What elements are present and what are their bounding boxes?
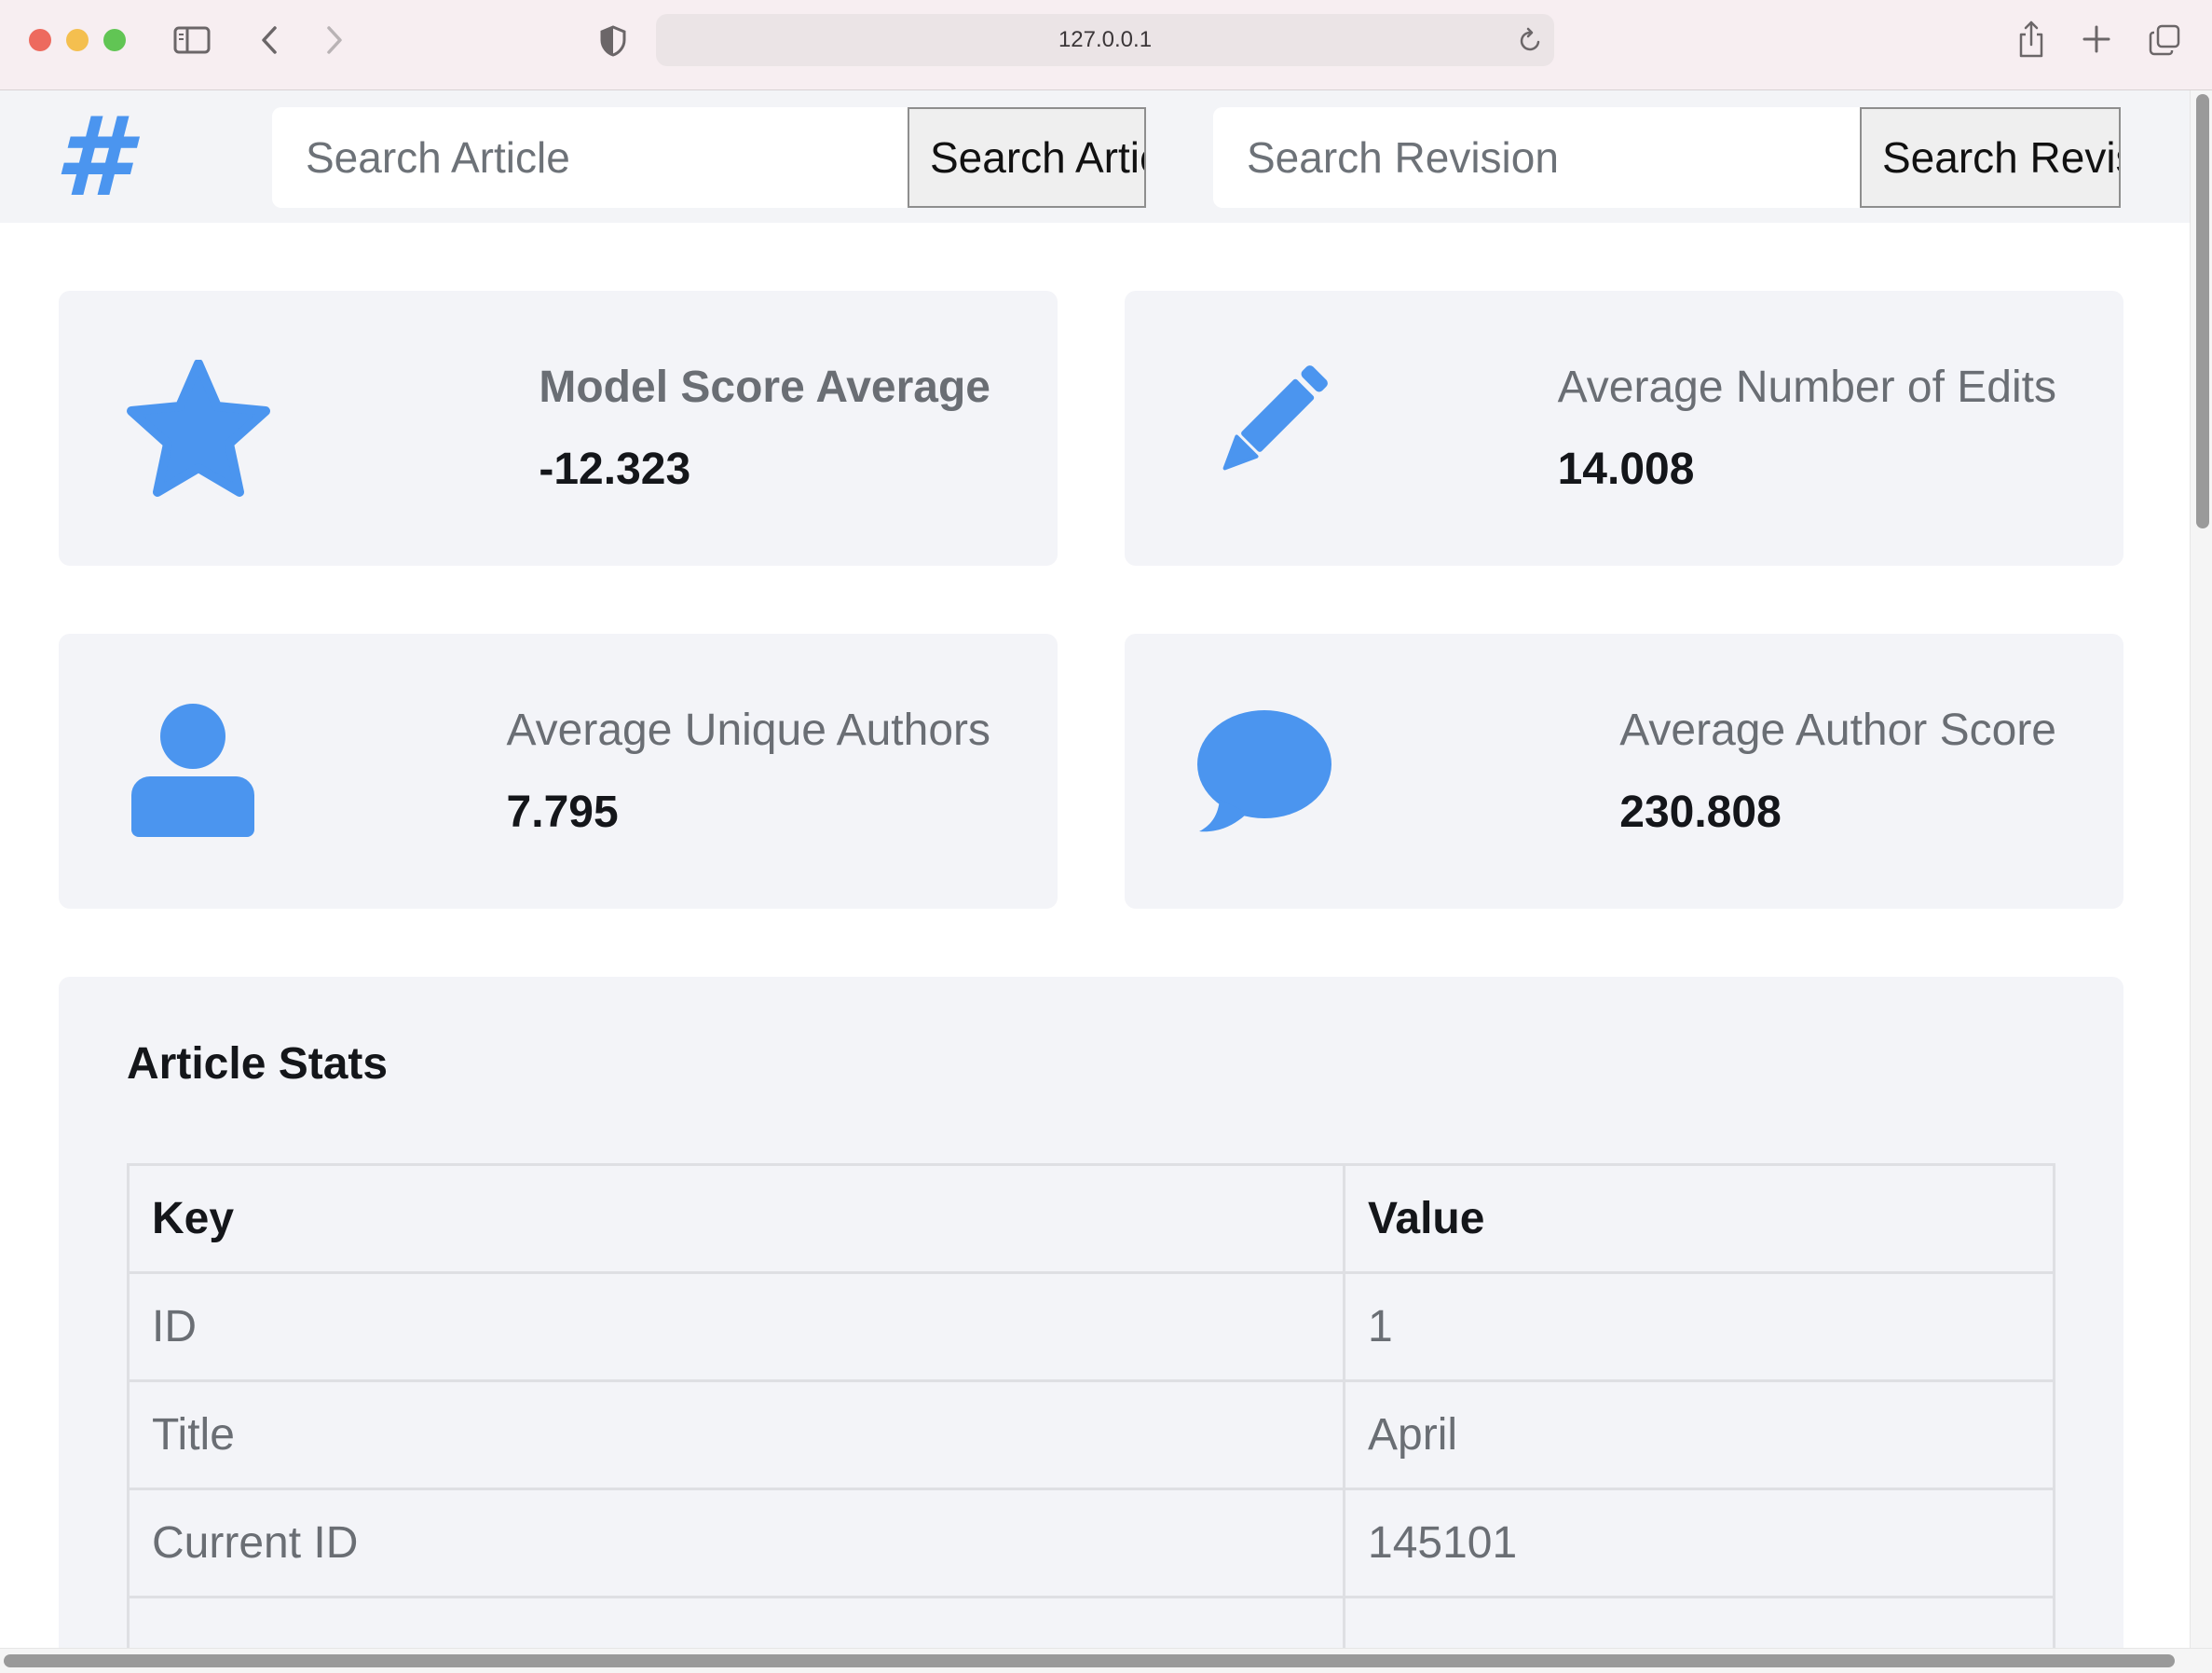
card-text: Average Unique Authors 7.795 [507,705,990,839]
row-value [1343,1596,2055,1648]
horizontal-scrollbar-thumb[interactable] [4,1654,2175,1667]
column-header-value: Value [1343,1163,2055,1274]
article-stats-heading: Article Stats [127,1039,389,1089]
hashtag-logo[interactable]: # [54,96,130,217]
card-label: Average Unique Authors [506,706,990,755]
card-text: Model Score Average -12.323 [539,362,990,496]
model-score-average-card: Model Score Average -12.323 [59,291,1058,566]
table-row: Title April [127,1379,2055,1490]
table-row [127,1596,2055,1648]
share-icon[interactable] [2015,19,2047,60]
sidebar-toggle-icon[interactable] [173,24,211,56]
search-revision-input[interactable] [1213,107,1860,208]
card-value: -12.323 [539,445,691,494]
pencil-icon [1192,360,1337,498]
article-stats-table: Key Value ID 1 Title April Current ID 14… [127,1163,2055,1648]
table-row: Current ID 145101 [127,1488,2055,1598]
star-icon [126,360,271,498]
site-header: # Search Article Search Revision [0,90,2190,223]
card-label: Average Number of Edits [1557,363,2056,412]
average-unique-authors-card: Average Unique Authors 7.795 [59,634,1058,909]
average-author-score-card: Average Author Score 230.808 [1125,634,2123,909]
row-key: Title [127,1379,1345,1490]
table-row: ID 1 [127,1271,2055,1382]
address-bar[interactable]: 127.0.0.1 [656,14,1554,66]
user-icon [126,703,271,841]
search-revision-button[interactable]: Search Revision [1860,107,2121,208]
url-text: 127.0.0.1 [1058,27,1153,52]
minimize-window-button[interactable] [66,29,89,51]
average-number-of-edits-card: Average Number of Edits 14.008 [1125,291,2123,566]
card-text: Average Number of Edits 14.008 [1558,362,2056,496]
back-arrow-icon[interactable] [255,24,283,56]
tab-overview-icon[interactable] [2148,23,2181,57]
new-tab-plus-icon[interactable] [2082,24,2111,54]
row-key: ID [127,1271,1345,1382]
search-article-input[interactable] [272,107,908,208]
card-text: Average Author Score 230.808 [1619,705,2056,839]
browser-toolbar: 127.0.0.1 [0,0,2212,90]
column-header-key: Key [127,1163,1345,1274]
close-window-button[interactable] [29,29,51,51]
vertical-scrollbar-thumb[interactable] [2196,94,2209,528]
shield-icon[interactable] [597,23,629,59]
revision-search-form: Search Revision [1213,107,2121,208]
reload-icon[interactable] [1519,27,1543,53]
vertical-scrollbar[interactable] [2190,90,2212,1649]
row-value: 145101 [1343,1488,2055,1598]
card-value: 230.808 [1619,788,1782,837]
zoom-window-button[interactable] [103,29,126,51]
row-value: April [1343,1379,2055,1490]
search-article-button[interactable]: Search Article [908,107,1146,208]
card-value: 7.795 [506,788,619,837]
article-search-form: Search Article [272,107,1146,208]
card-value: 14.008 [1557,445,1695,494]
card-label: Average Author Score [1619,706,2056,755]
comment-icon [1192,703,1337,841]
table-header-row: Key Value [127,1163,2055,1274]
article-stats-panel: Article Stats Key Value ID 1 Title April… [59,977,2123,1648]
row-key [127,1596,1345,1648]
row-key: Current ID [127,1488,1345,1598]
card-label: Model Score Average [539,363,990,412]
forward-arrow-icon[interactable] [321,24,348,56]
horizontal-scrollbar[interactable] [0,1648,2212,1673]
row-value: 1 [1343,1271,2055,1382]
